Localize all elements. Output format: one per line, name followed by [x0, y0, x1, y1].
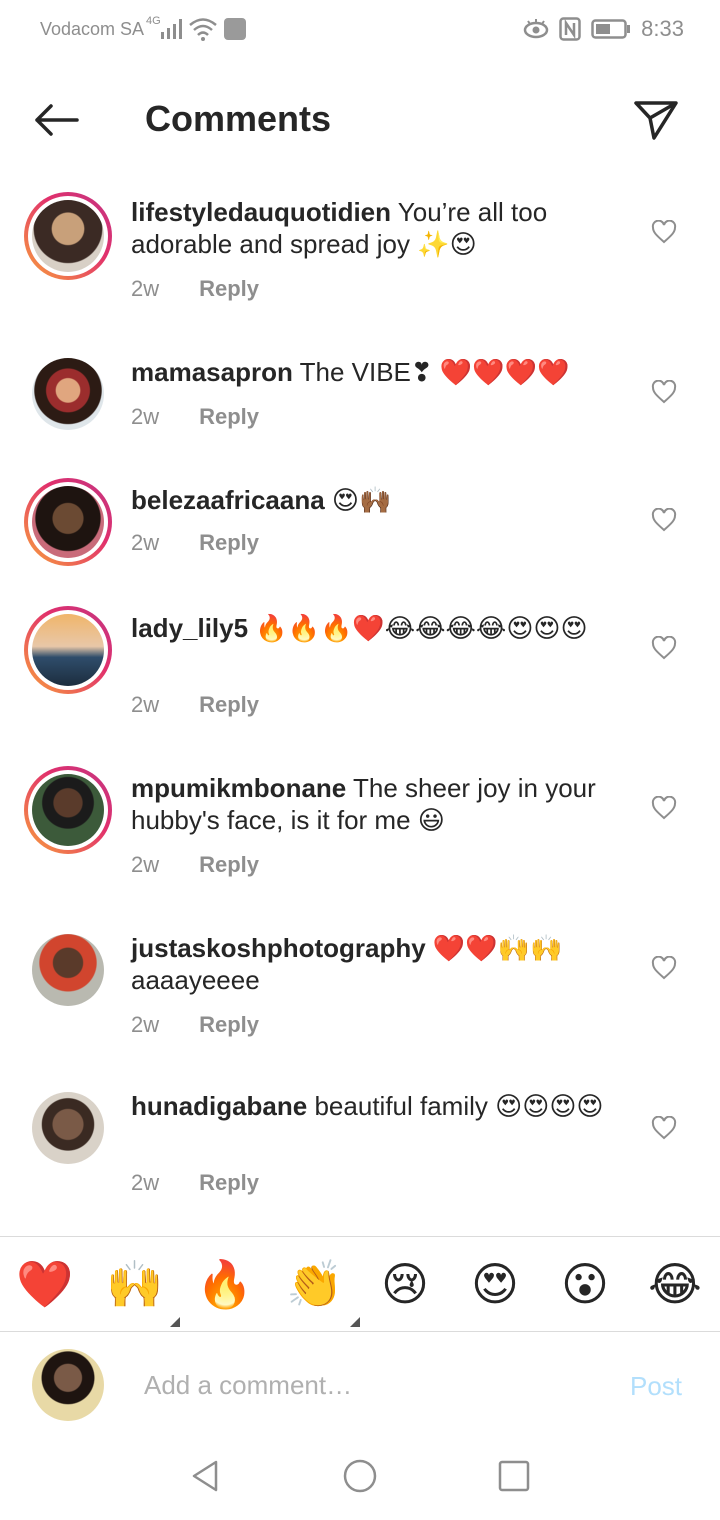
comment-age: 2w: [131, 1170, 160, 1195]
emoji-heart-eyes-button[interactable]: 😍: [466, 1255, 524, 1313]
comment-username[interactable]: mpumikmbonane: [131, 773, 346, 803]
heart-icon: [651, 1116, 677, 1140]
avatar[interactable]: [24, 478, 112, 566]
comment-meta: 2w Reply: [131, 1012, 259, 1038]
back-button[interactable]: [28, 96, 84, 144]
comment-meta: 2w Reply: [131, 692, 259, 718]
comment-username[interactable]: lady_lily5: [131, 613, 248, 643]
arrow-left-icon: [35, 104, 79, 136]
comment-text: mpumikmbonane The sheer joy in your hubb…: [131, 772, 621, 836]
nfc-icon: [559, 17, 581, 41]
comment-body: 😍🙌🏾: [324, 485, 392, 515]
comment-meta: 2w Reply: [131, 276, 259, 302]
like-button[interactable]: [648, 632, 680, 664]
status-bar: Vodacom SA 4G 8:33: [0, 0, 720, 62]
comment-body: The VIBE❣ ❤️❤️❤️❤️: [292, 357, 570, 387]
page-title: Comments: [145, 98, 332, 139]
user-avatar: [32, 1349, 104, 1421]
emoji-heart-button[interactable]: ❤️: [16, 1255, 74, 1313]
comment-text: belezaafricaana 😍🙌🏾: [131, 484, 621, 516]
status-right: 8:33: [523, 16, 684, 42]
comment-body: 🔥🔥🔥❤️😂😂😂😂😍😍😍: [248, 613, 588, 643]
comment-age: 2w: [131, 404, 160, 429]
heart-icon: [651, 956, 677, 980]
comment-meta: 2w Reply: [131, 404, 259, 430]
comment-meta: 2w Reply: [131, 852, 259, 878]
emoji-quick-bar: ❤️ 🙌 🔥 👏 😢 😍 😮 😂: [0, 1236, 720, 1332]
comment-username[interactable]: mamasapron: [131, 357, 293, 387]
like-button[interactable]: [648, 1112, 680, 1144]
nav-recents-icon[interactable]: [494, 1456, 534, 1496]
comment-username[interactable]: hunadigabane: [131, 1091, 307, 1121]
comment-text: justaskoshphotography ❤️❤️🙌🙌 aaaayeeee: [131, 932, 621, 996]
reply-button[interactable]: Reply: [199, 1170, 259, 1196]
avatar[interactable]: [32, 934, 104, 1006]
comment-meta: 2w Reply: [131, 1170, 259, 1196]
comment-text: lifestyledauquotidien You’re all too ado…: [131, 196, 621, 260]
reply-button[interactable]: Reply: [199, 692, 259, 718]
share-button[interactable]: [628, 92, 684, 148]
comment-age: 2w: [131, 1012, 160, 1037]
reply-button[interactable]: Reply: [199, 404, 259, 430]
reply-button[interactable]: Reply: [199, 1012, 259, 1038]
post-button[interactable]: Post: [630, 1371, 682, 1402]
network-type: 4G: [146, 15, 161, 27]
signal-icon: [161, 19, 182, 39]
reply-button[interactable]: Reply: [199, 852, 259, 878]
reply-button[interactable]: Reply: [199, 530, 259, 556]
comment-username[interactable]: lifestyledauquotidien: [131, 197, 391, 227]
comment-text: hunadigabane beautiful family 😍😍😍😍: [131, 1090, 621, 1122]
avatar[interactable]: [24, 766, 112, 854]
like-button[interactable]: [648, 376, 680, 408]
reply-button[interactable]: Reply: [199, 276, 259, 302]
skin-tone-indicator-icon: [350, 1317, 360, 1327]
comment-input[interactable]: [144, 1365, 604, 1405]
like-button[interactable]: [648, 504, 680, 536]
comment-text: mamasapron The VIBE❣ ❤️❤️❤️❤️: [131, 356, 621, 388]
comment-composer: Post: [0, 1333, 720, 1437]
like-button[interactable]: [648, 792, 680, 824]
emoji-crying-button[interactable]: 😢: [376, 1255, 434, 1313]
emoji-raised-hands-button[interactable]: 🙌: [106, 1255, 180, 1327]
heart-icon: [651, 220, 677, 244]
emoji-raised-hands: 🙌: [106, 1258, 164, 1310]
nav-home-icon[interactable]: [340, 1456, 380, 1496]
wifi-icon: [189, 18, 217, 41]
like-button[interactable]: [648, 952, 680, 984]
emoji-surprised-button[interactable]: 😮: [556, 1255, 614, 1313]
like-button[interactable]: [648, 216, 680, 248]
comment-age: 2w: [131, 692, 160, 717]
system-nav-bar: [0, 1440, 720, 1520]
avatar[interactable]: [24, 192, 112, 280]
avatar[interactable]: [32, 1092, 104, 1164]
header: Comments: [0, 80, 720, 160]
emoji-laughing-button[interactable]: 😂: [646, 1255, 704, 1313]
paper-plane-icon: [634, 101, 678, 140]
comment-age: 2w: [131, 852, 160, 877]
comment-text: lady_lily5 🔥🔥🔥❤️😂😂😂😂😍😍😍: [131, 612, 621, 644]
emoji-fire-button[interactable]: 🔥: [196, 1255, 254, 1313]
emoji-clap: 👏: [286, 1258, 344, 1310]
comment-age: 2w: [131, 276, 160, 301]
comment-username[interactable]: belezaafricaana: [131, 485, 325, 515]
gallery-notification-icon: [224, 18, 246, 40]
comment-meta: 2w Reply: [131, 530, 259, 556]
heart-icon: [651, 636, 677, 660]
carrier-name: Vodacom SA: [40, 19, 145, 39]
comment-username[interactable]: justaskoshphotography: [131, 933, 426, 963]
comment-body: beautiful family 😍😍😍😍: [307, 1091, 604, 1121]
heart-icon: [651, 796, 677, 820]
heart-icon: [651, 380, 677, 404]
heart-icon: [651, 508, 677, 532]
comment-age: 2w: [131, 530, 160, 555]
battery-icon: [591, 19, 631, 39]
avatar[interactable]: [32, 358, 104, 430]
nav-back-icon[interactable]: [186, 1456, 226, 1496]
clock: 8:33: [641, 16, 684, 41]
eye-icon: [523, 19, 549, 39]
skin-tone-indicator-icon: [170, 1317, 180, 1327]
emoji-clap-button[interactable]: 👏: [286, 1255, 360, 1327]
avatar[interactable]: [24, 606, 112, 694]
